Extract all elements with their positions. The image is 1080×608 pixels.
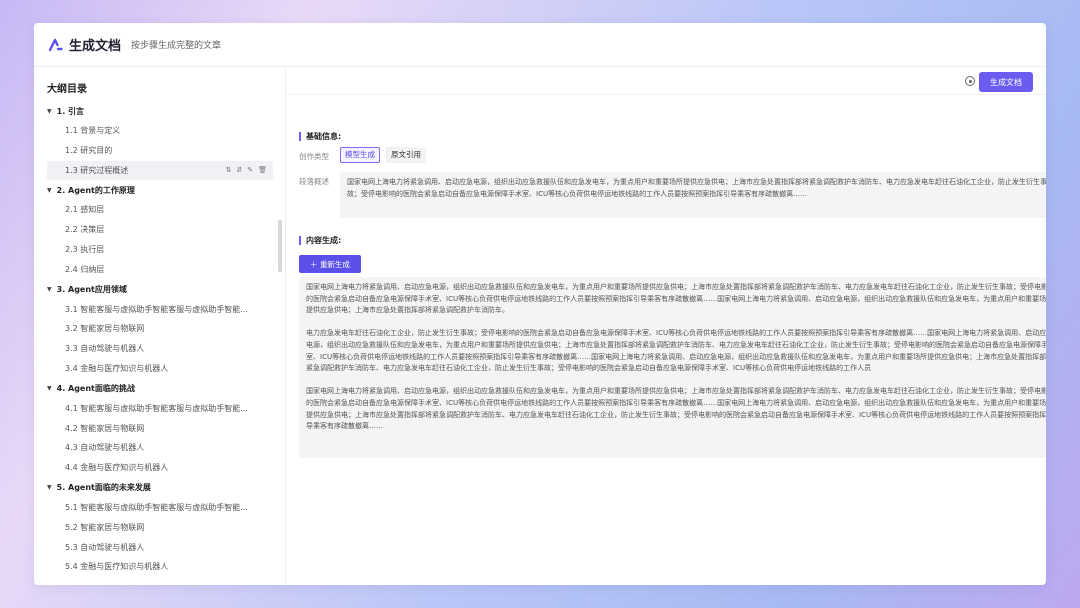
- caret-down-icon[interactable]: ▼: [47, 286, 52, 293]
- outline-item[interactable]: 1.1 背景与定义: [47, 121, 273, 141]
- content-paragraph: 电力应急发电车赶往石油化工企业，防止发生衍生事故；受停电影响的医院会紧急启动自备…: [306, 329, 1046, 373]
- summary-textbox[interactable]: 国家电网上海电力将紧急调用、启动应急电源，组织出动应急救援队伍和应急发电车，为重…: [340, 172, 1046, 218]
- caret-down-icon[interactable]: ▼: [47, 108, 52, 115]
- outline-item[interactable]: 1.3 研究过程概述 ⇅ ⇵ ✎ 🗑: [47, 160, 273, 181]
- outline-section-label: 3. Agent应用领域: [56, 285, 127, 295]
- outline-item[interactable]: 3.2 智能家居与物联网: [47, 319, 273, 339]
- delete-icon[interactable]: 🗑: [258, 166, 267, 174]
- main-panel: 生成文档 基础信息: 创作类型 模型生成 原文引用 段落概述 国家电网上海电力将…: [286, 68, 1046, 585]
- outline-item-label: 3.3 自动驾驶与机器人: [65, 344, 145, 354]
- outline-item[interactable]: 4.3 自动驾驶与机器人: [47, 438, 273, 458]
- move-down-icon[interactable]: ⇵: [236, 166, 242, 174]
- outline-item-label: 4.2 智能家居与物联网: [65, 423, 145, 433]
- outline-item-label: 1.1 背景与定义: [65, 126, 121, 135]
- outline-item[interactable]: 3.3 自动驾驶与机器人: [47, 339, 273, 359]
- outline-item[interactable]: 2.4 归纳层: [47, 260, 273, 280]
- outline-section[interactable]: ▼ 1. 引言: [47, 101, 273, 121]
- outline-item[interactable]: 2.2 决策层: [47, 220, 273, 240]
- outline-item[interactable]: 5.1 智能客服与虚拟助手智能客服与虚拟助手智能...: [47, 498, 273, 518]
- outline-item[interactable]: 3.1 智能客服与虚拟助手智能客服与虚拟助手智能...: [47, 300, 273, 320]
- outline-item-label: 1.2 研究目的: [65, 145, 113, 155]
- generate-document-button[interactable]: 生成文档: [979, 72, 1033, 92]
- outline-item[interactable]: 4.1 智能客服与虚拟助手智能客服与虚拟助手智能...: [47, 399, 273, 419]
- outline-section-label: 5. Agent面临的未来发展: [56, 483, 151, 493]
- outline-section[interactable]: ▼ 3. Agent应用领域: [47, 280, 273, 300]
- outline-item[interactable]: 5.3 自动驾驶与机器人: [47, 538, 273, 558]
- outline-item-label: 4.1 智能客服与虚拟助手智能客服与虚拟助手智能...: [65, 403, 248, 413]
- outline-item-label: 1.3 研究过程概述: [65, 165, 129, 175]
- outline-item-label: 4.4 金融与医疗知识与机器人: [65, 463, 169, 473]
- outline-item-label: 2.1 感知层: [65, 205, 105, 215]
- outline-item[interactable]: 5.2 智能家居与物联网: [47, 518, 273, 538]
- outline-section-label: 1. 引言: [56, 106, 85, 116]
- main-toolbar: 生成文档: [286, 68, 1046, 95]
- type-option-quote[interactable]: 原文引用: [386, 147, 426, 163]
- caret-down-icon[interactable]: ▼: [47, 187, 52, 194]
- outline-item[interactable]: 4.4 金融与医疗知识与机器人: [47, 458, 273, 478]
- regenerate-button[interactable]: ＋ 重新生成: [299, 255, 361, 273]
- summary-label: 段落概述: [299, 177, 329, 186]
- outline-item-label: 2.3 执行层: [65, 244, 105, 254]
- outline-section[interactable]: ▼ 4. Agent面临的挑战: [47, 379, 273, 399]
- outline-item-label: 4.3 自动驾驶与机器人: [65, 443, 145, 453]
- outline-item[interactable]: 5.4 金融与医疗知识与机器人: [47, 557, 273, 577]
- outline-section-label: 4. Agent面临的挑战: [56, 384, 135, 394]
- outline-item-label: 2.2 决策层: [65, 225, 105, 235]
- header: 生成文档 按步骤生成完整的文章: [34, 23, 1046, 67]
- content-paragraph: 国家电网上海电力将紧急调用、启动应急电源，组织出动应急救援队伍和应急发电车，为重…: [306, 283, 1046, 315]
- outline-item[interactable]: 4.2 智能家居与物联网: [47, 419, 273, 439]
- outline-section[interactable]: ▼ 5. Agent面临的未来发展: [47, 478, 273, 498]
- outline-item[interactable]: 2.3 执行层: [47, 240, 273, 260]
- outline-item-label: 3.1 智能客服与虚拟助手智能客服与虚拟助手智能...: [65, 304, 248, 314]
- outline-item-label: 5.1 智能客服与虚拟助手智能客服与虚拟助手智能...: [65, 502, 248, 512]
- sidebar-scrollbar[interactable]: [278, 220, 282, 272]
- regenerate-label: 重新生成: [319, 259, 350, 269]
- outline-section-label: 2. Agent的工作原理: [56, 185, 135, 195]
- outline-tree: ▼ 1. 引言 1.1 背景与定义 1.2 研究目的 1.3 研究过程概述 ⇅ ⇵ ✎ 🗑 ▼ 2.…: [47, 101, 273, 577]
- outline-item-label: 2.4 归纳层: [65, 264, 105, 274]
- content-paragraph: 国家电网上海电力将紧急调用、启动应急电源，组织出动应急救援队伍和应急发电车，为重…: [306, 387, 1046, 431]
- edit-icon[interactable]: ✎: [247, 166, 253, 174]
- outline-item-label: 3.2 智能家居与物联网: [65, 324, 145, 334]
- plus-icon: ＋: [310, 259, 318, 269]
- outline-item[interactable]: 1.2 研究目的: [47, 141, 273, 161]
- content-heading: 内容生成:: [299, 236, 341, 245]
- outline-item-label: 3.4 金融与医疗知识与机器人: [65, 363, 169, 373]
- outline-item[interactable]: 3.4 金融与医疗知识与机器人: [47, 359, 273, 379]
- outline-item-label: 5.2 智能家居与物联网: [65, 522, 145, 532]
- creation-type-label: 创作类型: [299, 152, 329, 161]
- outline-sidebar: 大纲目录 ▼ 1. 引言 1.1 背景与定义 1.2 研究目的 1.3 研究过程概述 ⇅ ⇵…: [34, 68, 286, 585]
- page-title: 生成文档: [69, 39, 122, 54]
- outline-section[interactable]: ▼ 2. Agent的工作原理: [47, 180, 273, 200]
- outline-item-label: 5.3 自动驾驶与机器人: [65, 542, 145, 552]
- settings-icon[interactable]: [965, 76, 975, 86]
- page-subtitle: 按步骤生成完整的文章: [131, 41, 222, 51]
- outline-item[interactable]: 2.1 感知层: [47, 200, 273, 220]
- app-window: 生成文档 按步骤生成完整的文章 大纲目录 ▼ 1. 引言 1.1 背景与定义 1.2 …: [34, 23, 1046, 585]
- content-paragraphs: 国家电网上海电力将紧急调用、启动应急电源，组织出动应急救援队伍和应急发电车，为重…: [306, 282, 1046, 433]
- caret-down-icon[interactable]: ▼: [47, 385, 52, 392]
- content-textbox[interactable]: 国家电网上海电力将紧急调用、启动应急电源，组织出动应急救援队伍和应急发电车，为重…: [299, 277, 1046, 458]
- outline-title: 大纲目录: [47, 84, 87, 95]
- move-up-icon[interactable]: ⇅: [225, 166, 231, 174]
- basic-info-heading: 基础信息:: [299, 132, 341, 141]
- type-option-model[interactable]: 模型生成: [340, 147, 380, 163]
- logo-icon: [49, 38, 63, 51]
- item-actions: ⇅ ⇵ ✎ 🗑: [220, 161, 267, 181]
- outline-item-label: 5.4 金融与医疗知识与机器人: [65, 562, 169, 572]
- caret-down-icon[interactable]: ▼: [47, 484, 52, 491]
- summary-text: 国家电网上海电力将紧急调用、启动应急电源，组织出动应急救援队伍和应急发电车，为重…: [347, 178, 1046, 198]
